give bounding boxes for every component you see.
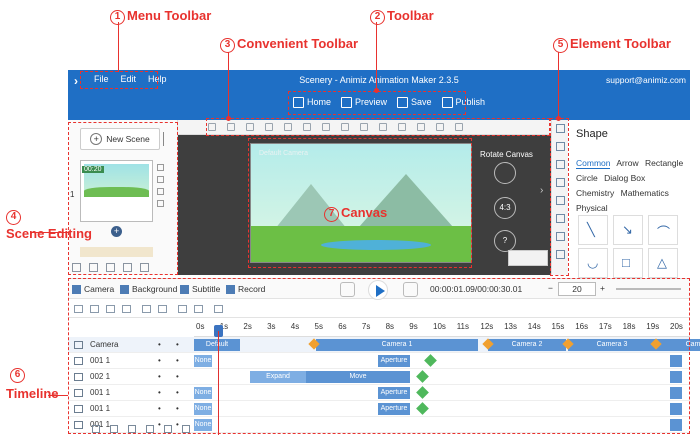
minimap-thumbnail[interactable] <box>508 250 548 266</box>
scene-editing-highlight <box>68 122 178 275</box>
category-physical[interactable]: Physical <box>576 203 608 213</box>
triangle-icon: △ <box>657 255 667 270</box>
annotation-menu-toolbar: 1 Menu Toolbar <box>110 8 211 25</box>
shape-arc[interactable]: ⌒ <box>648 215 678 245</box>
annotation-scene-editing: 4 <box>6 208 23 225</box>
element-panel: Shape Common Arrow Rectangle Circle Dial… <box>568 120 692 278</box>
category-rectangle[interactable]: Rectangle <box>645 158 683 168</box>
element-toolbar-highlight <box>550 118 569 276</box>
element-toolbar-pointer <box>558 52 559 118</box>
shape-arrow[interactable]: ↘ <box>613 215 643 245</box>
account-email[interactable]: support@animiz.com <box>606 75 686 85</box>
element-toolbar-dot <box>556 116 561 121</box>
annotation-element-toolbar: 5 Element Toolbar <box>553 36 671 53</box>
annotation-scene-editing-label: Scene Editing <box>6 226 92 241</box>
convenient-toolbar-highlight <box>206 118 550 136</box>
canvas-highlight <box>248 138 472 268</box>
ratio-button[interactable]: 4:3 <box>494 197 516 219</box>
category-mathematics[interactable]: Mathematics <box>621 188 669 198</box>
annotation-timeline-label: Timeline <box>6 386 59 401</box>
convenient-toolbar-dot <box>226 116 231 121</box>
menu-toolbar-pointer <box>118 22 119 72</box>
rotate-canvas-label: Rotate Canvas <box>480 150 533 159</box>
shape-triangle[interactable]: △ <box>648 248 678 278</box>
category-chemistry[interactable]: Chemistry <box>576 188 614 198</box>
annotation-canvas: 7 Canvas <box>324 205 387 222</box>
curve-icon: ◡ <box>587 255 599 270</box>
category-dialog-box[interactable]: Dialog Box <box>604 173 645 183</box>
shape-curve[interactable]: ◡ <box>578 248 608 278</box>
rect-icon: □ <box>622 255 630 270</box>
category-circle[interactable]: Circle <box>576 173 598 183</box>
annotation-toolbar: 2 Toolbar <box>370 8 434 25</box>
rotate-canvas-button[interactable] <box>494 162 516 184</box>
annotation-convenient-toolbar: 3 Convenient Toolbar <box>220 36 358 53</box>
convenient-toolbar-pointer <box>228 52 229 118</box>
help-button[interactable]: ? <box>494 230 516 252</box>
arc-icon: ⌒ <box>657 225 671 240</box>
line-icon: ╲ <box>587 222 595 237</box>
toolbar-pointer-dot <box>374 88 379 93</box>
toolbar-highlight <box>288 91 466 115</box>
app-title: Scenery - Animiz Animation Maker 2.3.5 <box>299 75 459 85</box>
menu-toolbar-highlight <box>80 71 158 89</box>
shape-rect[interactable]: □ <box>613 248 643 278</box>
timeline-highlight <box>68 278 690 434</box>
element-panel-title: Shape <box>576 128 608 140</box>
category-common[interactable]: Common <box>576 158 611 169</box>
chevron-right-icon[interactable]: › <box>540 185 550 205</box>
screenshot-root: › File Edit Help Scenery - Animiz Animat… <box>0 0 700 435</box>
toolbar-pointer <box>376 22 377 90</box>
shape-categories: Common Arrow Rectangle Circle Dialog Box… <box>576 156 692 216</box>
category-arrow[interactable]: Arrow <box>616 158 638 168</box>
arrow-icon: ↘ <box>622 222 633 237</box>
annotation-timeline: 6 <box>10 366 27 383</box>
shape-line[interactable]: ╲ <box>578 215 608 245</box>
